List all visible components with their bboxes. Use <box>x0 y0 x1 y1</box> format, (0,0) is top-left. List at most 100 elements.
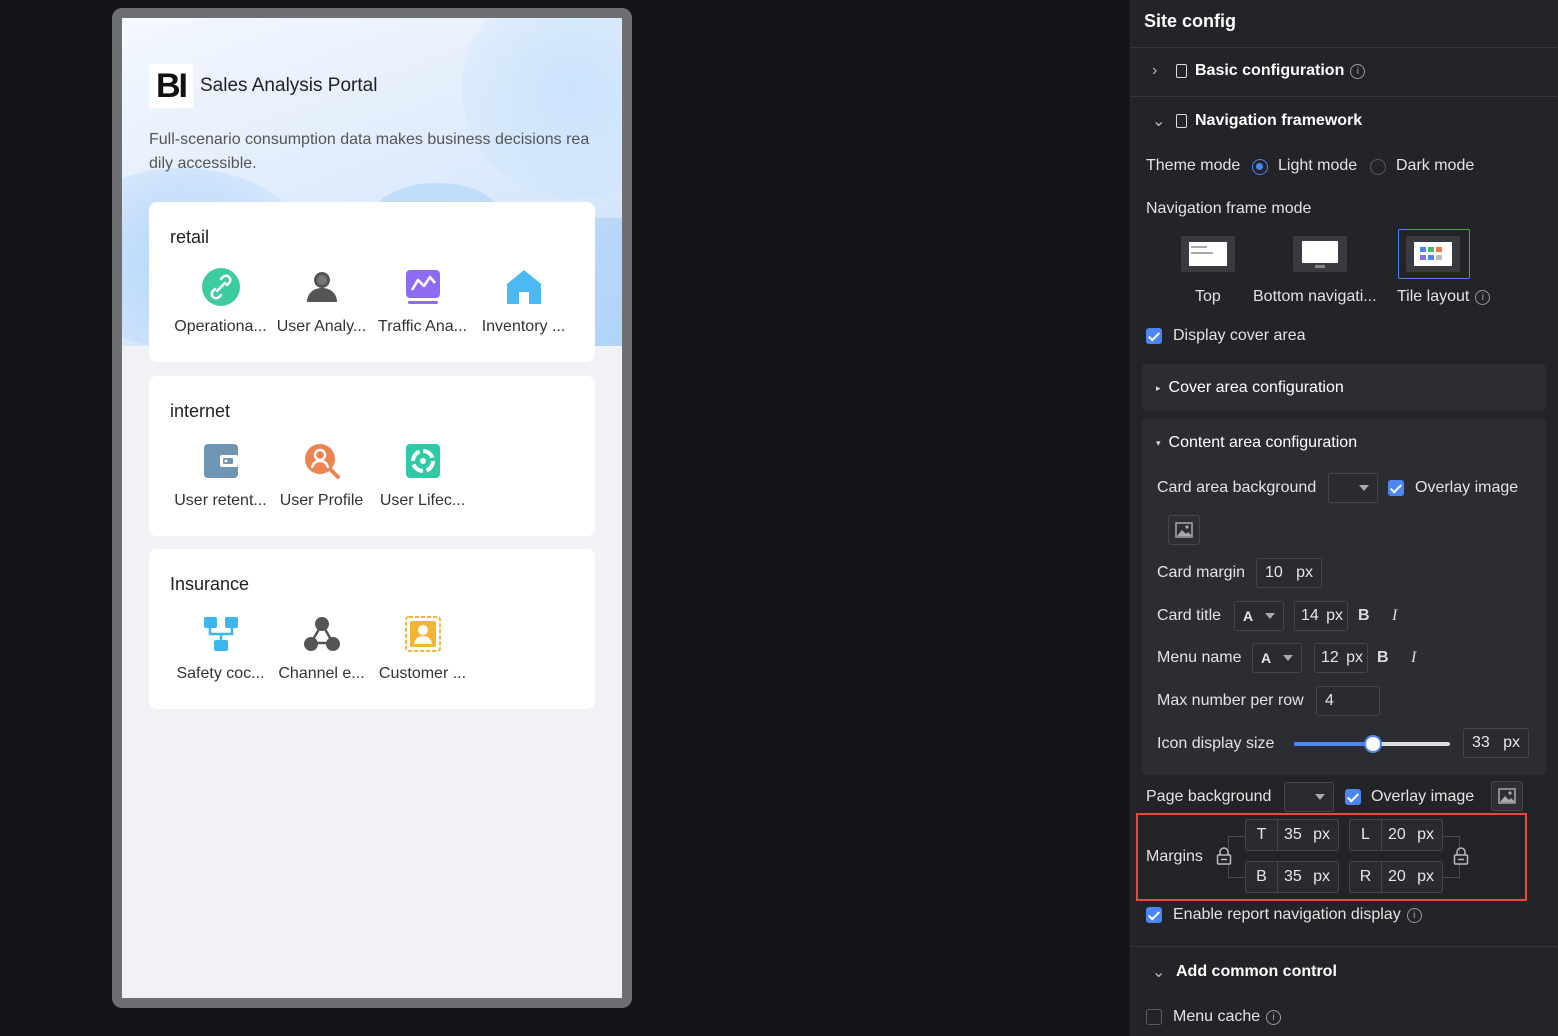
menu-name-font-select[interactable]: A <box>1252 643 1302 673</box>
card-margin-label: Card margin <box>1157 564 1246 581</box>
info-icon[interactable]: i <box>1475 289 1491 305</box>
dark-mode-label[interactable]: Dark mode <box>1396 157 1474 175</box>
menu-item[interactable]: Traffic Ana... <box>372 268 473 338</box>
user-group-icon <box>303 268 341 306</box>
portal-title: Sales Analysis Portal <box>200 75 378 96</box>
display-cover-label[interactable]: Display cover area <box>1173 327 1306 345</box>
menu-cache-label[interactable]: Menu cache i <box>1173 1008 1282 1026</box>
card-overlay-image-label[interactable]: Overlay image <box>1415 479 1518 497</box>
card-title-italic-button[interactable]: I <box>1392 607 1397 625</box>
margin-key: L <box>1350 820 1382 850</box>
mode-tile-thumbnail[interactable] <box>1406 236 1462 274</box>
menu-item[interactable]: User Analy... <box>271 268 372 338</box>
lock-icon-left[interactable] <box>1216 846 1232 866</box>
menu-item-label: Inventory ... <box>481 318 566 335</box>
customer-badge-icon <box>404 615 442 653</box>
menu-name-label: Menu name <box>1157 649 1242 666</box>
page-bg-color-picker[interactable] <box>1284 782 1334 812</box>
info-icon[interactable]: i <box>1406 907 1422 923</box>
portal-subtitle: Full-scenario consumption data makes bus… <box>149 131 590 172</box>
unit-label: px <box>1503 734 1520 751</box>
margin-left-input[interactable]: L 20 px <box>1349 819 1443 851</box>
mobile-device-icon <box>1176 64 1187 78</box>
margin-bottom-input[interactable]: B 35 px <box>1245 861 1339 893</box>
cover-area-config-box[interactable]: ▸ Cover area configuration <box>1142 364 1546 411</box>
card-margin-input[interactable]: 10 px <box>1256 558 1322 588</box>
card-title-size-value: 14 <box>1301 607 1319 624</box>
nav-frame-mode-label: Navigation frame mode <box>1146 200 1312 217</box>
info-icon[interactable]: i <box>1266 1009 1282 1025</box>
cover-area-config-header[interactable]: ▸ Cover area configuration <box>1156 379 1344 397</box>
card-title-font-select[interactable]: A <box>1234 601 1284 631</box>
page-image-upload-button[interactable] <box>1491 781 1523 811</box>
card-title-bold-button[interactable]: B <box>1358 607 1370 625</box>
menu-item[interactable]: User retent... <box>170 442 271 512</box>
section-title: Navigation framework <box>1195 112 1363 129</box>
card-overlay-image-checkbox[interactable] <box>1388 480 1404 496</box>
menu-item[interactable]: User Profile <box>271 442 372 512</box>
dark-mode-radio[interactable] <box>1370 159 1386 175</box>
card-internet: internet User retent... User Profile Use… <box>149 376 595 536</box>
unit-label: px <box>1326 607 1343 624</box>
max-per-row-input[interactable]: 4 <box>1316 686 1380 716</box>
menu-item[interactable]: User Lifec... <box>372 442 473 512</box>
icon-size-input[interactable]: 33 px <box>1463 728 1529 758</box>
light-mode-label[interactable]: Light mode <box>1278 157 1357 175</box>
caret-down-icon <box>1315 794 1325 800</box>
menu-cache-checkbox[interactable] <box>1146 1009 1162 1025</box>
slider-handle[interactable] <box>1364 735 1382 753</box>
icon-size-slider[interactable] <box>1294 735 1450 753</box>
content-area-config-header[interactable]: ▾ Content area configuration <box>1156 434 1357 452</box>
add-common-control-section[interactable]: ⌄ Add common control <box>1152 962 1337 982</box>
caret-down-icon: ▾ <box>1156 437 1161 448</box>
card-title: internet <box>170 401 231 421</box>
menu-name-size-input[interactable]: 12 px <box>1314 643 1368 673</box>
card-title-size-input[interactable]: 14 px <box>1294 601 1348 631</box>
caret-right-icon: ▸ <box>1156 382 1161 393</box>
menu-name-italic-button[interactable]: I <box>1411 649 1416 667</box>
navigation-framework-section[interactable]: ⌄ Navigation framework <box>1152 111 1362 131</box>
card-area-bg-color-picker[interactable] <box>1328 473 1378 503</box>
section-title: Basic configuration <box>1195 62 1345 79</box>
theme-mode-label: Theme mode <box>1146 157 1241 174</box>
mobile-preview-frame: BI Sales Analysis Portal Full-scenario c… <box>112 8 632 1008</box>
light-mode-radio[interactable] <box>1252 159 1268 175</box>
menu-item[interactable]: Channel e... <box>271 615 372 685</box>
enable-report-nav-label[interactable]: Enable report navigation display i <box>1173 906 1422 924</box>
menu-item[interactable]: Safety coc... <box>170 615 271 685</box>
lifecycle-icon <box>404 442 442 480</box>
margin-right-input[interactable]: R 20 px <box>1349 861 1443 893</box>
chevron-down-icon: ⌄ <box>1152 964 1166 981</box>
mode-top-thumbnail[interactable] <box>1181 236 1237 274</box>
basic-configuration-section[interactable]: › Basic configuration i <box>1152 62 1366 80</box>
page-overlay-image-label[interactable]: Overlay image <box>1371 788 1474 806</box>
menu-item-label: User Profile <box>279 492 364 509</box>
max-per-row-value: 4 <box>1325 692 1334 709</box>
menu-item[interactable]: Customer ... <box>372 615 473 685</box>
margin-left-value: 20 <box>1388 826 1406 843</box>
mode-bottom-thumbnail[interactable] <box>1293 236 1349 274</box>
bi-logo: BI <box>149 64 193 108</box>
menu-item-label: User Analy... <box>276 318 367 335</box>
menu-item[interactable]: Operationa... <box>170 268 271 338</box>
menu-name-bold-button[interactable]: B <box>1377 649 1389 667</box>
user-search-icon <box>303 442 341 480</box>
mode-tile-label[interactable]: Tile layout i <box>1397 288 1491 306</box>
mode-tile-text: Tile layout <box>1397 288 1470 305</box>
mode-top-label[interactable]: Top <box>1195 288 1221 306</box>
mode-bottom-label[interactable]: Bottom navigati... <box>1253 288 1377 306</box>
display-cover-checkbox[interactable] <box>1146 328 1162 344</box>
menu-item[interactable]: Inventory ... <box>473 268 574 338</box>
unit-label: px <box>1313 868 1330 885</box>
content-area-config-title: Content area configuration <box>1168 434 1358 451</box>
page-overlay-image-checkbox[interactable] <box>1345 789 1361 805</box>
page-bg-label: Page background <box>1146 788 1272 805</box>
chevron-down-icon: ⌄ <box>1152 113 1166 130</box>
lock-icon-right[interactable] <box>1453 846 1469 866</box>
mobile-device-icon <box>1176 114 1187 128</box>
margin-top-input[interactable]: T 35 px <box>1245 819 1339 851</box>
image-upload-button[interactable] <box>1168 515 1200 545</box>
info-icon[interactable]: i <box>1350 63 1366 79</box>
image-icon <box>1175 522 1193 538</box>
enable-report-nav-checkbox[interactable] <box>1146 907 1162 923</box>
